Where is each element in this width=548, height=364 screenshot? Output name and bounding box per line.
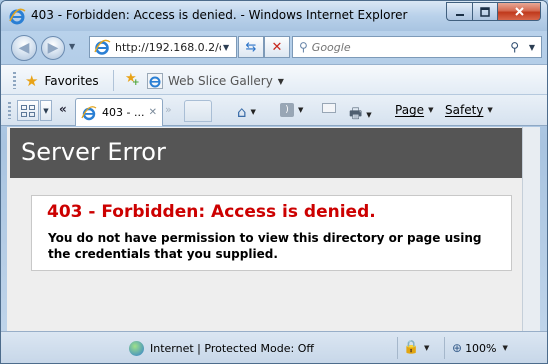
address-url[interactable]: http://192.168.0.2/c bbox=[115, 41, 221, 54]
star-icon: ★ bbox=[25, 72, 39, 90]
ie-logo-icon bbox=[147, 73, 163, 89]
zoom-level: 100% bbox=[465, 341, 497, 355]
ie-logo-icon bbox=[9, 8, 26, 25]
stop-icon: ✕ bbox=[271, 39, 283, 55]
tab-close-button[interactable]: ✕ bbox=[149, 107, 157, 118]
tab-bar: ▼ « 403 - ... ✕ » ⌂ ▼ ) ▼ 🖶 ▼ Page ▼ Saf… bbox=[1, 95, 547, 126]
favorites-label: Favorites bbox=[44, 74, 99, 88]
ie-window: 403 - Forbidden: Access is denied. - Win… bbox=[0, 0, 548, 364]
print-icon: 🖶 bbox=[349, 106, 363, 122]
error-box: 403 - Forbidden: Access is denied. You d… bbox=[31, 195, 512, 271]
quick-tabs-icon bbox=[29, 104, 35, 110]
home-icon: ⌂ bbox=[237, 103, 247, 121]
zoom-button[interactable]: ⊕ 100% ▼ bbox=[452, 341, 508, 355]
quick-tabs-icon bbox=[21, 111, 27, 117]
mail-icon bbox=[322, 103, 336, 113]
page-content: Server Error 403 - Forbidden: Access is … bbox=[7, 127, 522, 331]
safety-menu-label: Safety bbox=[445, 103, 484, 117]
feeds-icon: ) bbox=[280, 103, 294, 117]
forward-button[interactable]: ▶ bbox=[41, 36, 65, 60]
vertical-scrollbar[interactable] bbox=[522, 127, 540, 331]
window-title: 403 - Forbidden: Access is denied. - Win… bbox=[31, 8, 408, 22]
back-arrow-icon: ◀ bbox=[18, 40, 30, 56]
page-menu-label: Page bbox=[395, 103, 425, 117]
title-bar[interactable]: 403 - Forbidden: Access is denied. - Win… bbox=[1, 1, 547, 31]
safety-menu[interactable]: Safety ▼ bbox=[445, 103, 493, 117]
zone-text: Internet | Protected Mode: Off bbox=[150, 342, 314, 355]
page-title: Server Error bbox=[10, 128, 522, 178]
minimize-button[interactable] bbox=[446, 2, 472, 21]
refresh-button[interactable]: ⇆ bbox=[238, 36, 264, 58]
feeds-button[interactable]: ) ▼ bbox=[280, 103, 303, 117]
favorites-button[interactable]: ★ Favorites bbox=[25, 72, 99, 90]
stop-button[interactable]: ✕ bbox=[264, 36, 290, 58]
close-button[interactable] bbox=[498, 2, 541, 21]
navigation-bar: ◀ ▶ ▼ http://192.168.0.2/c ▼ ⇆ ✕ ⚲ ⚲ ▼ bbox=[1, 32, 547, 62]
search-input[interactable] bbox=[311, 40, 502, 54]
search-box[interactable]: ⚲ ⚲ ▼ bbox=[292, 36, 542, 58]
tabs-scroll-right-button[interactable]: » bbox=[165, 103, 172, 116]
maximize-button[interactable] bbox=[472, 2, 498, 21]
page-menu[interactable]: Page ▼ bbox=[395, 103, 433, 117]
toolbar-divider bbox=[113, 70, 114, 91]
quick-tabs-icon bbox=[29, 111, 35, 117]
chevron-down-icon: ▼ bbox=[250, 108, 256, 116]
address-dropdown[interactable]: ▼ bbox=[223, 43, 229, 52]
globe-icon bbox=[129, 341, 144, 356]
web-slice-gallery-label: Web Slice Gallery bbox=[168, 74, 273, 88]
ie-logo-icon bbox=[81, 105, 97, 120]
chevron-down-icon: ▼ bbox=[502, 344, 508, 352]
home-button[interactable]: ⌂ ▼ bbox=[237, 103, 256, 121]
tab-active[interactable]: 403 - ... ✕ bbox=[75, 98, 163, 126]
add-favorites-icon: + bbox=[132, 78, 140, 88]
chevron-down-icon: ▼ bbox=[298, 106, 304, 114]
toolbar-grip[interactable] bbox=[8, 102, 11, 119]
chevron-down-icon[interactable]: ▼ bbox=[424, 344, 429, 352]
ie-logo-icon bbox=[94, 39, 111, 55]
zoom-icon: ⊕ bbox=[452, 341, 463, 355]
quick-tabs-icon bbox=[21, 104, 27, 110]
refresh-icon: ⇆ bbox=[245, 39, 257, 55]
status-divider bbox=[444, 337, 445, 359]
new-tab-button[interactable] bbox=[184, 100, 212, 122]
recent-pages-dropdown[interactable]: ▼ bbox=[69, 42, 75, 51]
window-controls bbox=[446, 2, 541, 21]
search-provider-icon: ⚲ bbox=[299, 40, 308, 54]
close-icon bbox=[514, 7, 524, 16]
protected-mode-icon[interactable]: 🔒 bbox=[403, 340, 419, 355]
search-options-dropdown[interactable]: ▼ bbox=[529, 43, 535, 52]
chevron-down-icon: ▼ bbox=[487, 106, 493, 114]
web-slice-gallery-link[interactable]: Web Slice Gallery ▼ bbox=[147, 73, 284, 89]
chevron-down-icon: ▼ bbox=[277, 76, 284, 86]
tabs-scroll-left-button[interactable]: « bbox=[59, 102, 67, 116]
back-button[interactable]: ◀ bbox=[11, 35, 37, 61]
security-zone[interactable]: Internet | Protected Mode: Off bbox=[129, 341, 314, 356]
tab-label: 403 - ... bbox=[102, 106, 145, 119]
status-divider bbox=[397, 337, 398, 359]
status-bar: Internet | Protected Mode: Off 🔒 ▼ ⊕ 100… bbox=[1, 331, 547, 363]
read-mail-button[interactable] bbox=[322, 103, 336, 113]
maximize-icon bbox=[480, 6, 490, 17]
chevron-down-icon: ▼ bbox=[366, 111, 372, 119]
chevron-down-icon: ▼ bbox=[428, 106, 434, 114]
tab-list-button[interactable]: ▼ bbox=[40, 100, 52, 121]
error-title: 403 - Forbidden: Access is denied. bbox=[47, 202, 376, 222]
search-icon[interactable]: ⚲ bbox=[510, 40, 519, 54]
minimize-icon bbox=[455, 13, 464, 16]
forward-arrow-icon: ▶ bbox=[47, 40, 59, 56]
favorites-bar: ★ Favorites ★ + Web Slice Gallery ▼ bbox=[1, 64, 547, 95]
toolbar-grip[interactable] bbox=[13, 72, 16, 89]
print-button[interactable]: 🖶 ▼ bbox=[349, 103, 372, 127]
quick-tabs-button[interactable] bbox=[17, 100, 39, 121]
address-bar[interactable]: http://192.168.0.2/c ▼ bbox=[89, 36, 237, 58]
error-message: You do not have permission to view this … bbox=[48, 231, 482, 261]
